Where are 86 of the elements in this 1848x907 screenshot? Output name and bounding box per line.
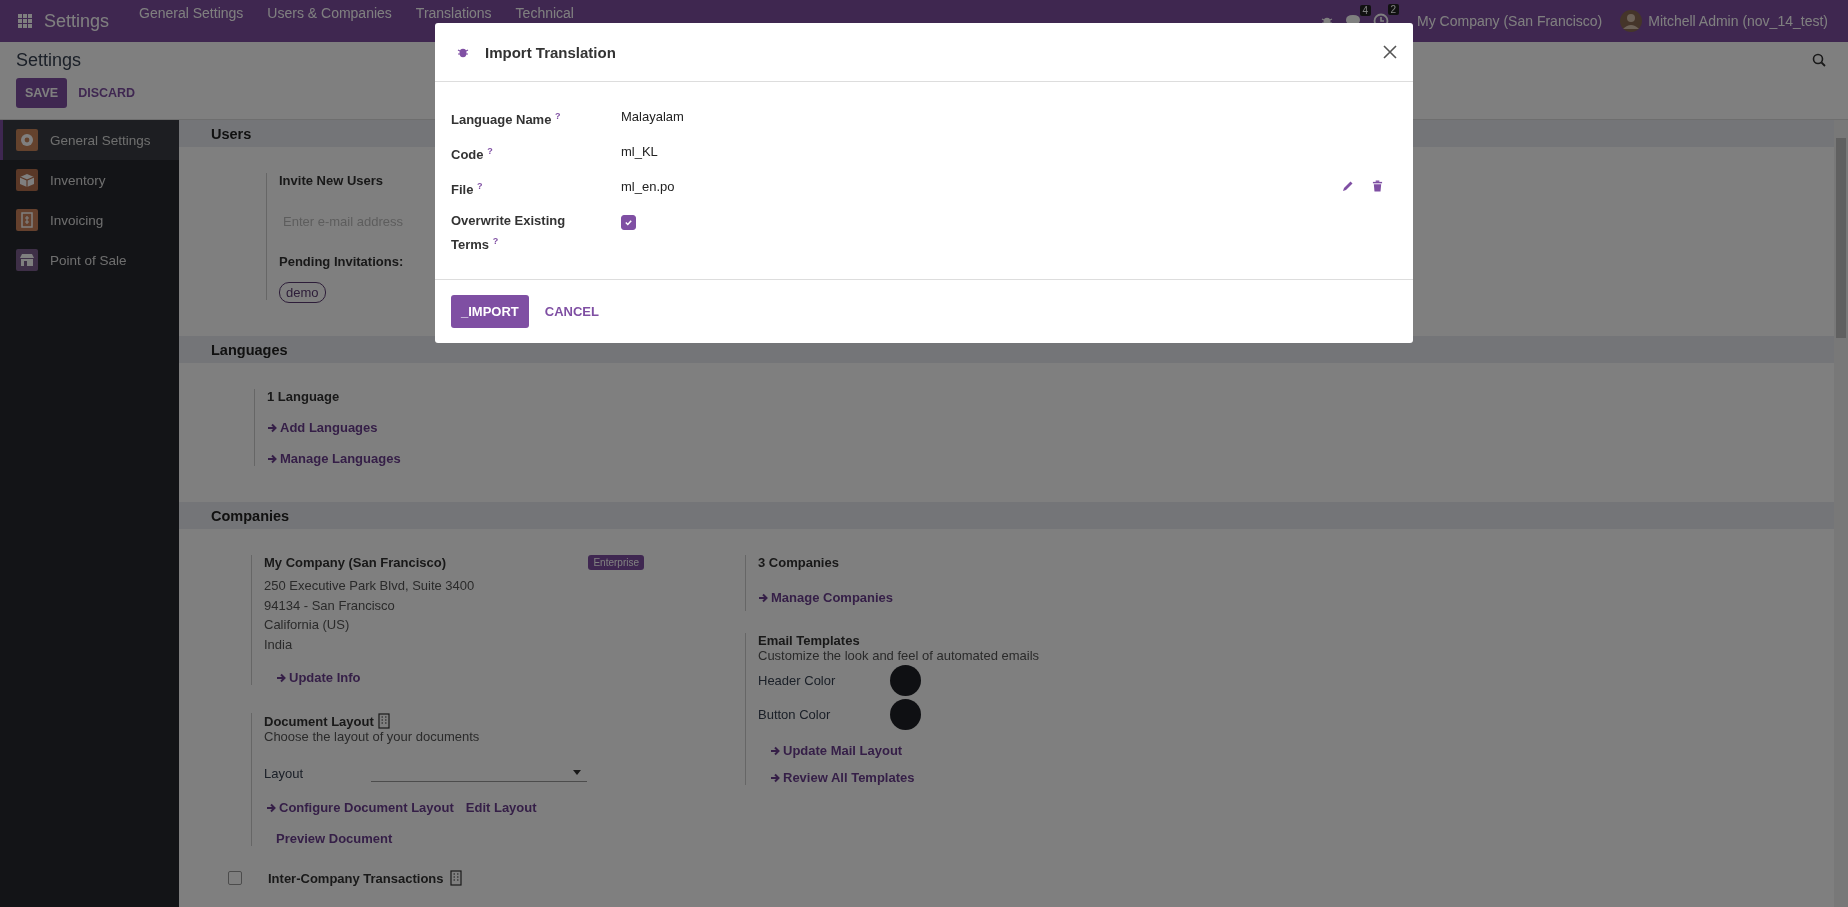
menu-item[interactable]: Translations bbox=[409, 5, 498, 21]
settings-link[interactable]: Manage Languages bbox=[267, 451, 401, 466]
company-name: My Company (San Francisco) bbox=[264, 555, 447, 570]
field-label: Layout bbox=[264, 765, 305, 781]
apps-grid-icon[interactable] bbox=[18, 14, 32, 28]
companies-count: 3 Companies bbox=[758, 555, 839, 570]
language-count: 1 Language bbox=[267, 389, 340, 404]
checkbox[interactable] bbox=[621, 215, 636, 230]
invitation-tag[interactable]: demo bbox=[279, 282, 326, 303]
setting-title: Invite New Users bbox=[279, 173, 384, 188]
settings-link[interactable]: Review All Templates bbox=[770, 770, 915, 785]
page-title: Settings bbox=[16, 49, 82, 71]
setting-description: Customize the look and feel of automated emails bbox=[758, 648, 1040, 663]
notification-count: 2 bbox=[1387, 4, 1400, 15]
discard-button[interactable]: DISCARD bbox=[69, 78, 145, 108]
field-value: Malayalam bbox=[621, 108, 684, 124]
preview-document-link[interactable]: Preview Document bbox=[276, 831, 393, 846]
address-line: 250 Executive Park Blvd, Suite 3400 bbox=[264, 577, 475, 595]
field-label: Header Color bbox=[758, 672, 837, 688]
color-swatch[interactable] bbox=[890, 664, 921, 696]
help-tooltip[interactable]: ? bbox=[477, 181, 483, 191]
app-name[interactable]: Settings bbox=[44, 10, 110, 32]
file-name: ml_en.po bbox=[621, 178, 675, 194]
menu-item[interactable]: Technical bbox=[509, 5, 580, 21]
sidebar-item[interactable]: Inventory bbox=[0, 160, 179, 200]
field-label: Button Color bbox=[758, 706, 832, 722]
invoice-icon bbox=[16, 209, 38, 231]
help-tooltip[interactable]: ? bbox=[492, 236, 499, 246]
check-icon bbox=[624, 218, 633, 227]
shop-icon bbox=[16, 249, 38, 271]
field-label: File $^{?}$ bbox=[451, 180, 484, 200]
sidebar-item[interactable]: Point of Sale bbox=[0, 240, 179, 280]
setting-title: Inter-Company Transactions bbox=[268, 870, 444, 886]
save-button[interactable]: SAVE bbox=[16, 78, 68, 108]
dialog-title: Import Translation bbox=[485, 43, 616, 61]
address-line: 94134 - San Francisco bbox=[264, 596, 395, 615]
edit-layout-link[interactable]: Edit Layout bbox=[465, 800, 537, 815]
search-icon[interactable] bbox=[1812, 53, 1826, 67]
settings-link[interactable]: Update Mail Layout bbox=[770, 743, 903, 758]
menu-item[interactable]: Users & Companies bbox=[261, 5, 398, 21]
box-icon bbox=[16, 169, 38, 191]
scrollbar[interactable] bbox=[1834, 120, 1848, 907]
section-title: Companies bbox=[211, 507, 290, 524]
arrow-icon bbox=[267, 422, 277, 433]
section-title: Users bbox=[211, 125, 252, 142]
setting-title: Document Layout bbox=[264, 713, 374, 729]
notification-count: 4 bbox=[1359, 5, 1372, 16]
field-label: Language Name $^{?}$ bbox=[451, 110, 562, 130]
arrow-icon bbox=[770, 772, 780, 783]
sidebar-item[interactable]: General Settings bbox=[0, 120, 179, 160]
enterprise-badge: Enterprise bbox=[588, 555, 644, 570]
help-tooltip[interactable]: ? bbox=[487, 146, 493, 156]
building-icon bbox=[449, 870, 462, 886]
arrow-icon bbox=[770, 745, 780, 756]
arrow-icon bbox=[267, 453, 277, 464]
field-value: ml_KL bbox=[621, 143, 658, 159]
setting-description: Choose the layout of your documents bbox=[264, 729, 480, 744]
import-button[interactable]: _IMPORT bbox=[451, 295, 529, 329]
section-title: Languages bbox=[211, 341, 288, 358]
trash-icon[interactable] bbox=[1372, 180, 1383, 192]
setting-title: Email Templates bbox=[758, 633, 860, 648]
sidebar-item[interactable]: Invoicing bbox=[0, 200, 179, 240]
building-icon bbox=[377, 713, 390, 729]
color-swatch[interactable] bbox=[890, 698, 921, 730]
manage-companies-link[interactable]: Manage Companies bbox=[758, 590, 894, 605]
pencil-icon[interactable] bbox=[1342, 180, 1354, 192]
arrow-icon bbox=[266, 802, 276, 813]
configure-layout-link[interactable]: Configure Document Layout bbox=[266, 800, 454, 815]
close-icon[interactable] bbox=[1383, 45, 1397, 59]
update-info-link[interactable]: Update Info bbox=[276, 670, 361, 685]
bug-icon bbox=[457, 46, 469, 58]
setting-label: Pending Invitations: bbox=[279, 254, 404, 269]
address-line: California (US) bbox=[264, 616, 350, 634]
arrow-icon bbox=[758, 592, 768, 603]
company-switcher[interactable]: My Company (San Francisco) bbox=[1411, 13, 1609, 29]
checkbox[interactable] bbox=[228, 871, 242, 885]
settings-link[interactable]: Add Languages bbox=[267, 420, 378, 435]
caret-icon bbox=[573, 770, 581, 775]
gear-icon bbox=[16, 129, 38, 151]
arrow-icon bbox=[276, 672, 286, 683]
address-line: India bbox=[264, 635, 293, 654]
user-menu[interactable]: Mitchell Admin (nov_14_test) bbox=[1648, 13, 1834, 29]
help-tooltip[interactable]: ? bbox=[555, 111, 561, 121]
field-label: Code $^{?}$ bbox=[451, 145, 494, 165]
cancel-button[interactable]: CANCEL bbox=[534, 295, 609, 329]
menu-item[interactable]: General Settings bbox=[133, 5, 250, 21]
